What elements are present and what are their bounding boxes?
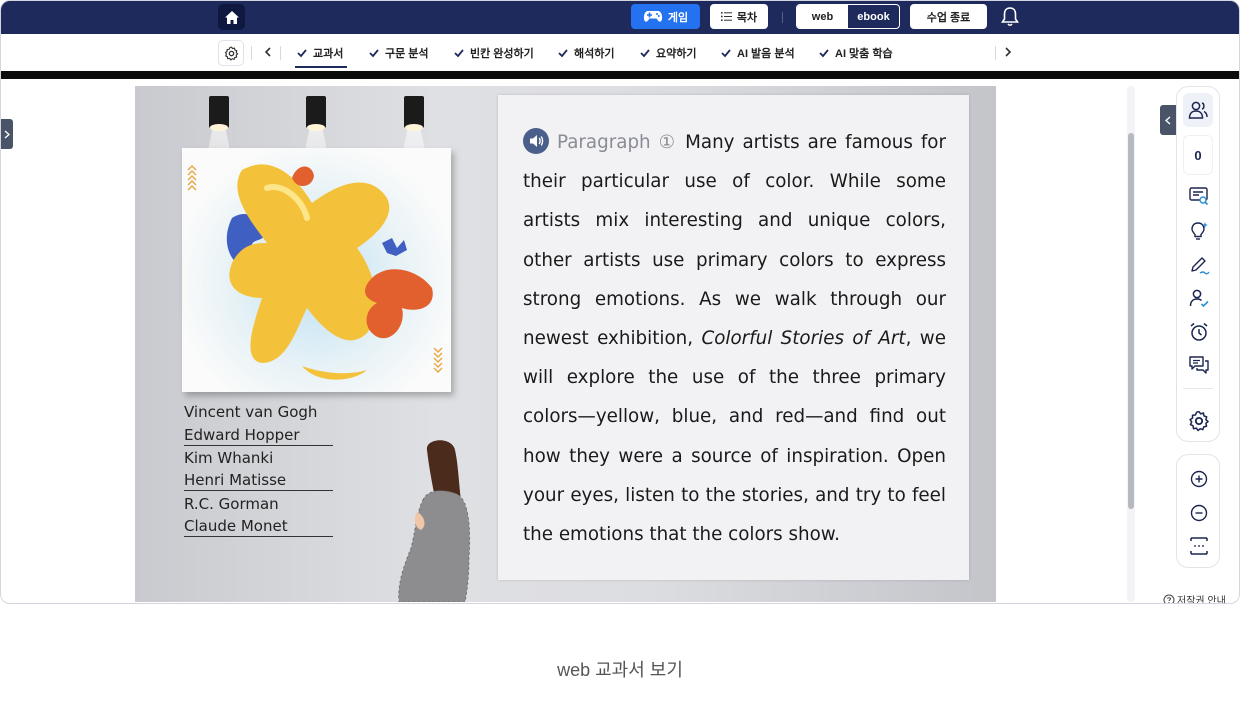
gamepad-icon [643,11,662,22]
artist-name: Vincent van Gogh [184,403,318,421]
chevron-right-icon [1005,47,1012,57]
chevron-right-icon [4,129,10,139]
participants-button[interactable] [1183,93,1213,127]
help-circle-icon [1163,594,1175,603]
divider [1183,388,1213,389]
home-icon [224,10,239,24]
check-icon [721,49,731,58]
visitor-illustration [398,440,471,602]
gear-icon [224,46,238,61]
spotlight [209,96,229,131]
users-icon [1188,101,1208,119]
user-check-icon[interactable] [1188,287,1210,309]
view-mode-toggle: web ebook [796,4,900,29]
left-panel-toggle[interactable] [1,119,13,149]
lightbulb-ai-icon[interactable] [1188,220,1210,242]
check-icon [558,49,568,58]
view-web-option[interactable]: web [797,5,848,28]
tab-label: 교과서 [313,48,344,60]
divider [251,46,252,60]
alarm-clock-icon[interactable] [1188,321,1210,343]
artist-name: Kim Whanki [184,449,274,467]
tabs-next-button[interactable] [1000,43,1016,61]
view-ebook-option[interactable]: ebook [848,5,899,28]
passage-body-end: , we will explore the use of the three p… [523,328,946,546]
tab-syntax-analysis[interactable]: 구문 분석 [369,43,429,63]
toc-label: 목차 [736,11,758,24]
tab-label: 요약하기 [656,48,697,60]
check-icon [819,49,829,58]
speaker-icon [530,135,544,147]
paragraph-label: Paragraph ① [557,132,678,153]
passage-card: Paragraph ① Many artists are famous for … [498,95,969,580]
settings-button[interactable] [218,40,244,66]
tab-textbook[interactable]: 교과서 [297,43,343,63]
top-navigation-bar: 게임 목차 web ebook 수업 종료 [1,1,1239,34]
copyright-info-link[interactable]: 저작권 안내 [1163,592,1226,604]
divider [995,46,996,60]
exhibition-title: Colorful Stories of Art [701,328,906,350]
tab-label: AI 발음 분석 [737,48,795,60]
game-button[interactable]: 게임 [631,4,700,29]
list-icon [720,12,732,21]
fit-height-icon[interactable] [1188,535,1210,557]
scrollbar-thumb[interactable] [1128,133,1134,509]
abstract-painting [182,148,451,392]
tab-label: AI 맞춤 학습 [835,48,893,60]
divider [782,12,783,23]
bell-icon[interactable] [1000,6,1020,28]
tab-fill-blanks[interactable]: 빈칸 완성하기 [454,43,534,63]
tabs-prev-button[interactable] [260,43,276,61]
zoom-out-icon[interactable] [1188,502,1210,524]
tab-ai-custom-learning[interactable]: AI 맞춤 학습 [819,43,893,63]
divider [280,46,281,60]
chevron-left-icon [1165,115,1171,125]
tab-label: 해석하기 [574,48,615,60]
check-icon [297,49,307,58]
artist-name: Edward Hopper [184,425,333,446]
divider-bar [1,71,1239,79]
artist-name: Claude Monet [184,516,333,537]
artist-name: Henri Matisse [184,470,333,491]
home-button[interactable] [218,4,245,30]
textbook-page: Vincent van Gogh Edward Hopper Kim Whank… [135,86,996,602]
toc-button[interactable]: 목차 [710,4,768,29]
artist-name: R.C. Gorman [184,495,279,513]
passage-body: Many artists are famous for their partic… [523,132,946,350]
screenshot-caption: web 교과서 보기 [557,660,683,680]
game-label: 게임 [667,11,689,24]
right-panel-toggle[interactable] [1160,105,1176,135]
pencil-icon[interactable] [1188,254,1210,276]
active-tab-indicator [295,66,347,68]
textbook-viewer: 게임 목차 web ebook 수업 종료 교과서 구문 분석 빈칸 완성하기 … [0,0,1240,604]
spotlight [306,96,326,131]
copyright-label: 저작권 안내 [1177,596,1226,604]
chevron-left-icon [264,47,271,57]
speaker-play-button[interactable] [523,128,549,154]
check-icon [369,49,379,58]
tool-panel: 0 [1176,86,1220,442]
zoom-in-icon[interactable] [1188,468,1210,490]
zoom-panel [1176,454,1220,568]
check-icon [640,49,650,58]
tab-summary[interactable]: 요약하기 [640,43,696,63]
chat-icon[interactable] [1188,354,1210,376]
check-icon [454,49,464,58]
painting-illustration [187,164,443,380]
passage-text: Paragraph ① Many artists are famous for … [523,123,946,554]
activity-tab-bar: 교과서 구문 분석 빈칸 완성하기 해석하기 요약하기 AI 발음 분석 AI … [1,34,1239,71]
participant-count: 0 [1183,135,1213,175]
tab-label: 구문 분석 [385,48,429,60]
tab-translation[interactable]: 해석하기 [558,43,614,63]
text-search-icon[interactable] [1188,185,1210,207]
content-area: Vincent van Gogh Edward Hopper Kim Whank… [1,79,1239,604]
tab-label: 빈칸 완성하기 [470,48,534,60]
gear-icon[interactable] [1188,410,1210,432]
tab-ai-pronunciation[interactable]: AI 발음 분석 [721,43,795,63]
end-class-button[interactable]: 수업 종료 [910,4,987,29]
spotlight [404,96,424,131]
